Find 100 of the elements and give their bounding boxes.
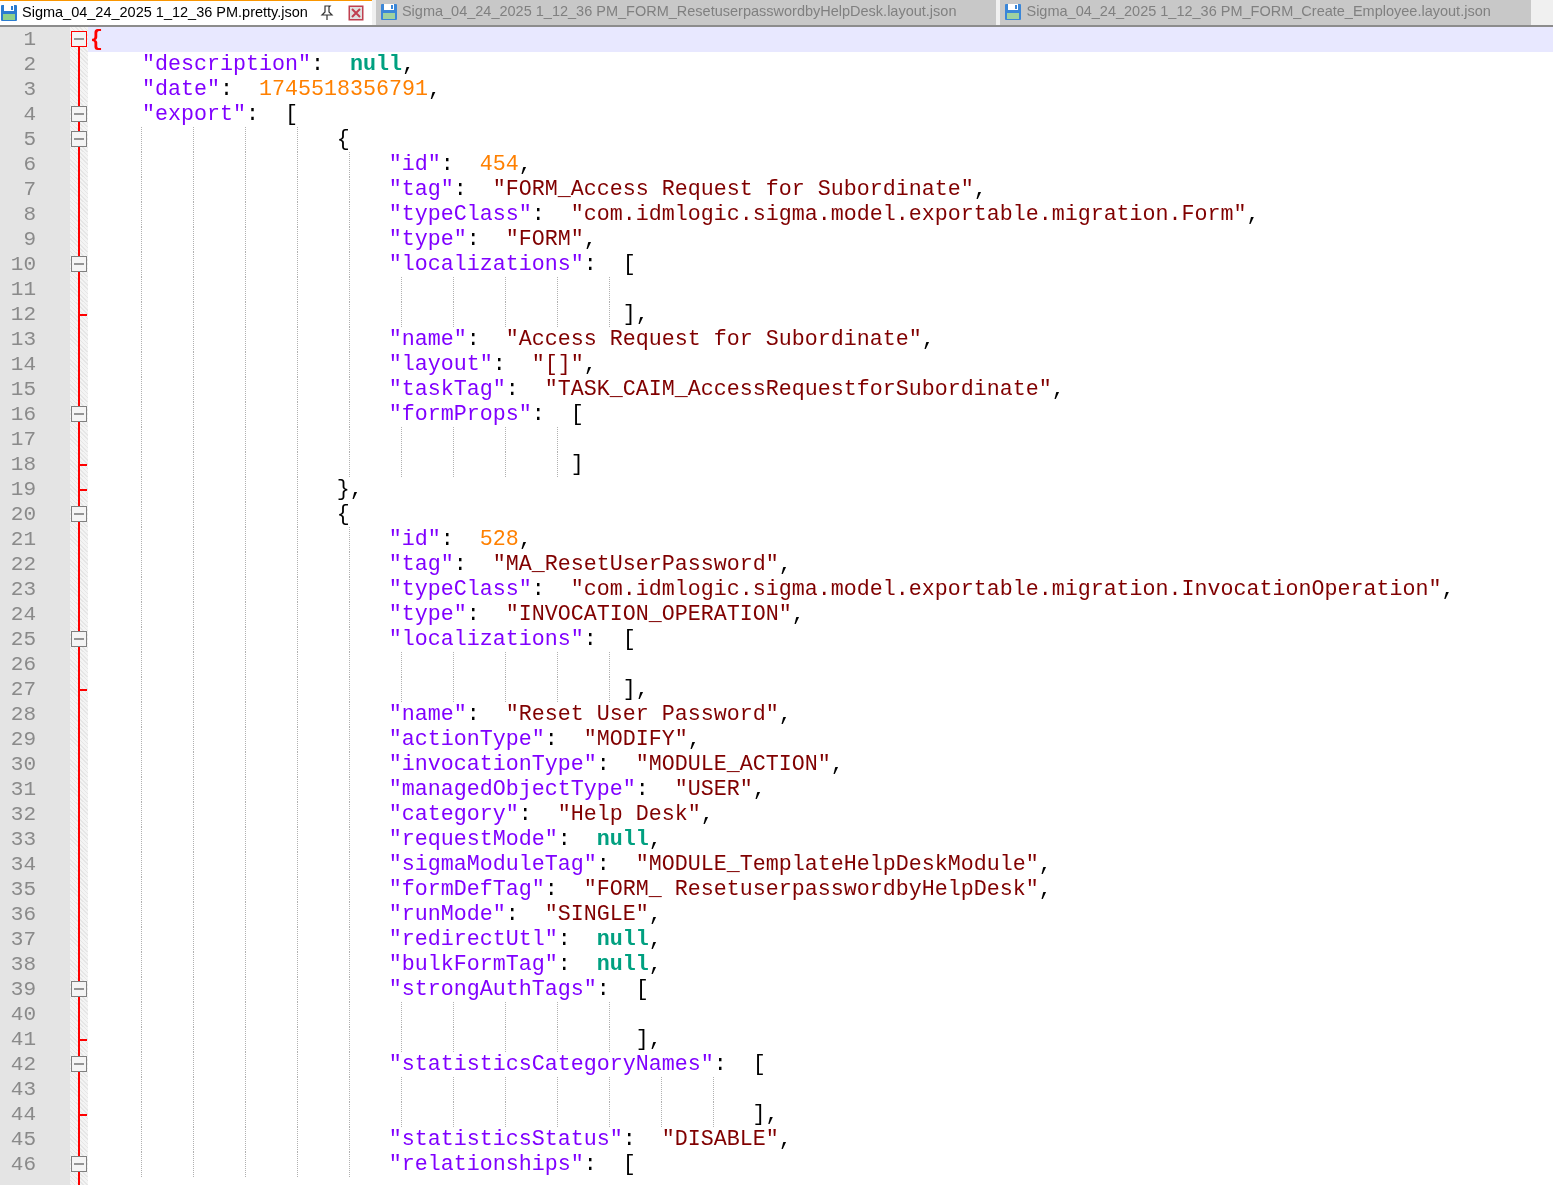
line-number: 39 [0,977,70,1002]
code-line: "date": 1745518356791, [141,77,441,102]
code-line: ] [570,452,584,477]
code-line: "localizations": [ [388,252,636,277]
line-number: 24 [0,602,70,627]
line-number: 36 [0,902,70,927]
line-number: 20 [0,502,70,527]
file-tab[interactable]: Sigma_04_24_2025 1_12_36 PM_FORM_ResetuserpasswordbyHelpDesk.layout.json [375,0,997,25]
code-line: "statisticsCategoryNames": [ [388,1052,766,1077]
line-number: 22 [0,552,70,577]
code-line: "requestMode": null, [388,827,662,852]
code-line: { [336,127,350,152]
code-line: "relationships": [ [388,1152,636,1177]
line-number: 46 [0,1152,70,1177]
code-line: "layout": "[]", [388,352,597,377]
line-number: 29 [0,727,70,752]
fold-minus-icon[interactable] [71,131,87,147]
line-number: 44 [0,1102,70,1127]
line-number: 2 [0,52,70,77]
line-number: 33 [0,827,70,852]
code-line: "typeClass": "com.idmlogic.sigma.model.exportable.migration.Form", [388,202,1260,227]
line-number: 21 [0,527,70,552]
line-number: 19 [0,477,70,502]
code-line: "runMode": "SINGLE", [388,902,662,927]
code-line: }, [336,477,363,502]
fold-minus-icon[interactable] [71,106,87,122]
line-number: 1 [0,27,70,52]
code-line: "taskTag": "TASK_CAIM_AccessRequestforSubordinate", [388,377,1065,402]
fold-minus-icon[interactable] [71,1156,87,1172]
line-number: 35 [0,877,70,902]
code-line: "bulkFormTag": null, [388,952,662,977]
file-tab[interactable]: Sigma_04_24_2025 1_12_36 PM_FORM_Create_Employee.layout.json [1000,0,1531,25]
line-number: 14 [0,352,70,377]
code-line: "managedObjectType": "USER", [388,777,766,802]
line-number: 7 [0,177,70,202]
code-line: "tag": "FORM_Access Request for Subordinate", [388,177,987,202]
code-line: "formProps": [ [388,402,584,427]
line-number: 3 [0,77,70,102]
code-line: "id": 528, [388,527,532,552]
line-number: 12 [0,302,70,327]
line-number: 40 [0,1002,70,1027]
line-number: 11 [0,277,70,302]
line-number: 15 [0,377,70,402]
fold-minus-icon[interactable] [71,406,87,422]
fold-minus-icon[interactable] [71,981,87,997]
line-number: 32 [0,802,70,827]
line-number: 9 [0,227,70,252]
code-line: { [336,502,350,527]
code-line: "name": "Reset User Password", [388,702,792,727]
line-number: 23 [0,577,70,602]
code-line: ], [752,1102,779,1127]
line-number: 26 [0,652,70,677]
code-line: ], [622,302,649,327]
line-number: 25 [0,627,70,652]
line-number: 10 [0,252,70,277]
code-line: "export": [ [141,102,298,127]
close-icon[interactable] [347,5,364,21]
line-number: 41 [0,1027,70,1052]
code-line: { [90,27,103,52]
code-line: "sigmaModuleTag": "MODULE_TemplateHelpDeskModule", [388,852,1052,877]
line-number: 16 [0,402,70,427]
code-line: "strongAuthTags": [ [388,977,649,1002]
code-line: "invocationType": "MODULE_ACTION", [388,752,844,777]
line-number: 13 [0,327,70,352]
line-number: 17 [0,427,70,452]
code-line: "tag": "MA_ResetUserPassword", [388,552,792,577]
line-number: 38 [0,952,70,977]
code-line: "typeClass": "com.idmlogic.sigma.model.exportable.migration.InvocationOperation", [388,577,1455,602]
code-line: "type": "FORM", [388,227,597,252]
fold-minus-icon[interactable] [71,1056,87,1072]
code-line: ], [635,1027,662,1052]
line-number: 6 [0,152,70,177]
line-number: 42 [0,1052,70,1077]
fold-minus-icon[interactable] [71,631,87,647]
code-line: "category": "Help Desk", [388,802,714,827]
line-number: 31 [0,777,70,802]
code-line: "redirectUtl": null, [388,927,662,952]
line-number: 30 [0,752,70,777]
code-line: "actionType": "MODIFY", [388,727,701,752]
fold-minus-icon[interactable] [71,256,87,272]
line-number: 4 [0,102,70,127]
code-line: "type": "INVOCATION_OPERATION", [388,602,805,627]
line-number: 34 [0,852,70,877]
fold-minus-icon[interactable] [71,506,87,522]
line-number: 18 [0,452,70,477]
fold-minus-icon[interactable] [71,31,87,47]
line-number: 43 [0,1077,70,1102]
line-number: 8 [0,202,70,227]
line-number: 27 [0,677,70,702]
code-line: "description": null, [141,52,415,77]
file-tab[interactable]: Sigma_04_24_2025 1_12_36 PM.pretty.json [0,0,372,25]
line-number: 37 [0,927,70,952]
code-line: "id": 454, [388,152,532,177]
code-line: "name": "Access Request for Subordinate", [388,327,935,352]
line-number: 45 [0,1127,70,1152]
line-number: 5 [0,127,70,152]
line-number: 28 [0,702,70,727]
pin-icon[interactable] [319,5,334,21]
code-line: "statisticsStatus": "DISABLE", [388,1127,792,1152]
code-line: "localizations": [ [388,627,636,652]
